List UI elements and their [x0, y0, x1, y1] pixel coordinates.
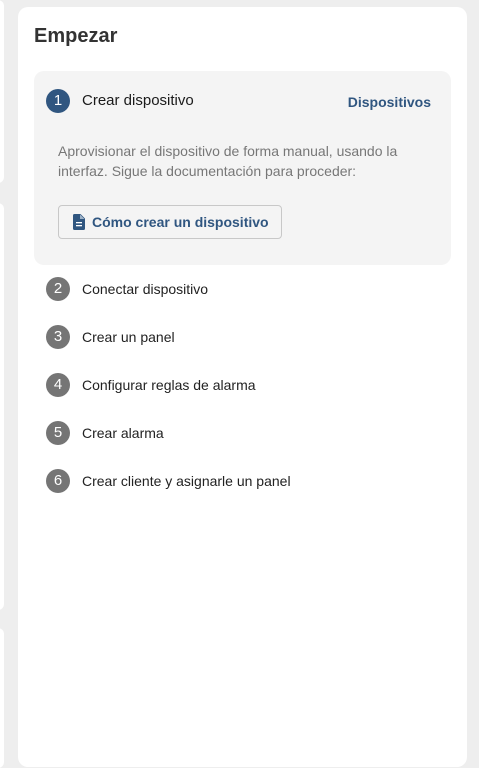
step-label: Configurar reglas de alarma — [82, 377, 256, 393]
devices-link[interactable]: Dispositivos — [348, 93, 431, 111]
doc-button-label: Cómo crear un dispositivo — [92, 214, 269, 230]
step-number-badge: 6 — [46, 469, 70, 493]
how-to-create-device-button[interactable]: Cómo crear un dispositivo — [58, 205, 282, 239]
getting-started-card: Empezar 1 Crear dispositivo Dispositivos… — [18, 7, 467, 767]
step-number-badge: 2 — [46, 277, 70, 301]
step-description: Aprovisionar el dispositivo de forma man… — [58, 143, 398, 179]
step-item-create-dashboard[interactable]: 3 Crear un panel — [46, 325, 446, 349]
adjacent-card-edge — [0, 203, 4, 610]
adjacent-card-edge — [0, 628, 4, 768]
step-label: Crear cliente y asignarle un panel — [82, 473, 291, 489]
step-item-create-alarm[interactable]: 5 Crear alarma — [46, 421, 446, 445]
step-item-connect-device[interactable]: 2 Conectar dispositivo — [46, 277, 446, 301]
active-step-panel: 1 Crear dispositivo Dispositivos Aprovis… — [34, 71, 451, 265]
step-label: Crear un panel — [82, 329, 175, 345]
step-number-badge: 5 — [46, 421, 70, 445]
step-number-badge: 3 — [46, 325, 70, 349]
step-label: Crear alarma — [82, 425, 164, 441]
card-title: Empezar — [34, 25, 118, 47]
step-number-badge: 4 — [46, 373, 70, 397]
step-label: Conectar dispositivo — [82, 281, 209, 297]
adjacent-card-edge — [0, 0, 4, 183]
step-item-create-customer[interactable]: 6 Crear cliente y asignarle un panel — [46, 469, 446, 493]
step-item-configure-alarm-rules[interactable]: 4 Configurar reglas de alarma — [46, 373, 446, 397]
step-number-badge: 1 — [46, 89, 70, 113]
active-step-label[interactable]: Crear dispositivo — [82, 91, 194, 111]
document-icon — [73, 214, 85, 230]
